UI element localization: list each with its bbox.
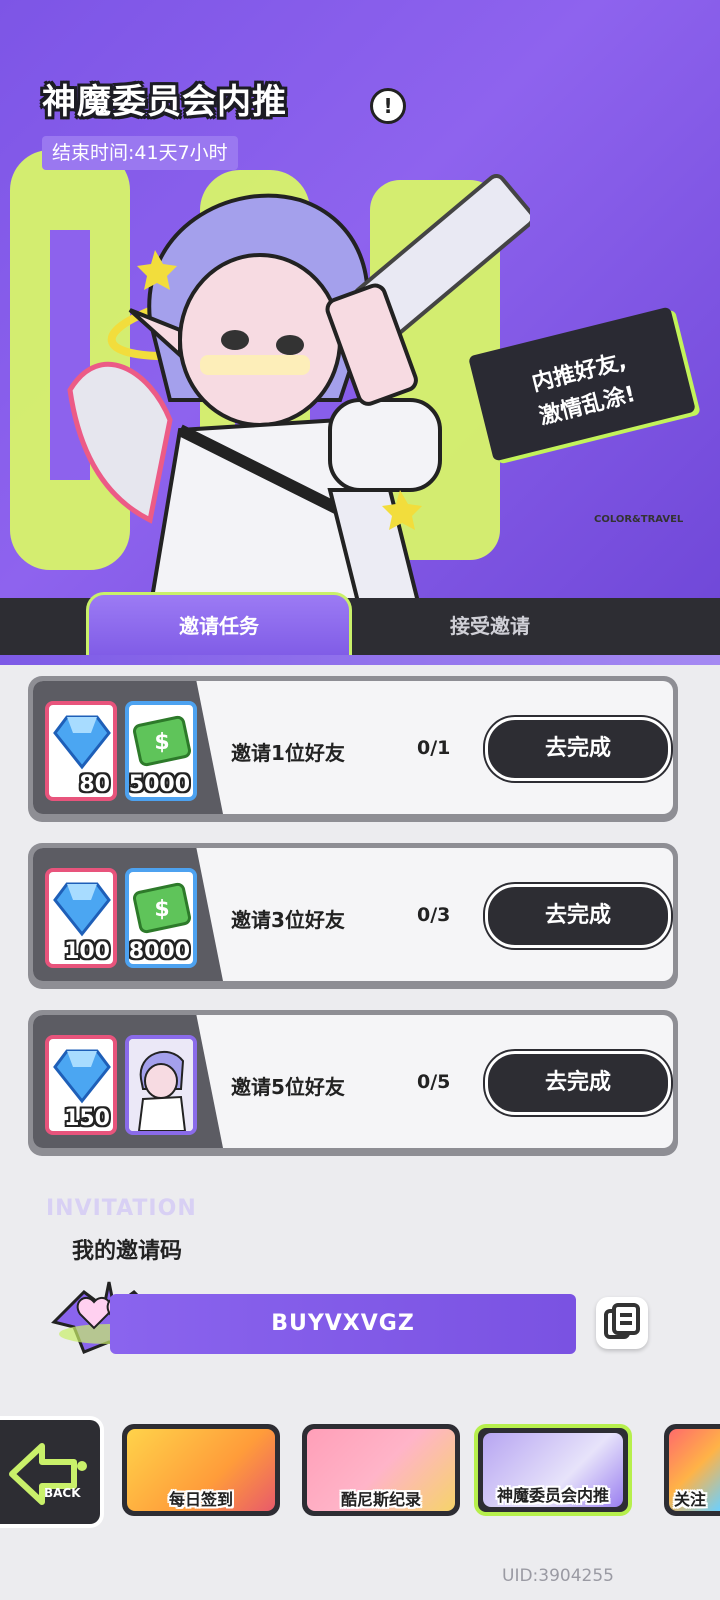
nav-label: 酷尼斯纪录 bbox=[340, 1490, 421, 1509]
nav-label: 关注 bbox=[674, 1490, 707, 1509]
nav-follow[interactable]: 关注 bbox=[664, 1424, 720, 1516]
diamond-icon bbox=[53, 1049, 111, 1104]
back-label: BACK bbox=[44, 1486, 81, 1500]
brand-logo: COLOR&TRAVEL bbox=[594, 514, 684, 525]
task-card: 80 $ 5000 邀请1位好友 0/1 去完成 bbox=[28, 676, 678, 822]
diamond-icon bbox=[53, 882, 111, 937]
reward-diamond: 150 bbox=[45, 1035, 117, 1135]
task-card: 150 邀请5位好友 0/5 去完成 bbox=[28, 1010, 678, 1156]
reward-diamond: 100 bbox=[45, 868, 117, 968]
nav-referral-active[interactable]: 神魔委员会内推 bbox=[474, 1424, 632, 1516]
reward-cash: $ 5000 bbox=[125, 701, 197, 801]
character-illustration bbox=[67, 174, 530, 610]
copy-icon bbox=[604, 1303, 640, 1339]
reward-cash: $ 8000 bbox=[125, 868, 197, 968]
hero-banner: 神魔委员会内推 ! 结束时间:41天7小时 内推好友, 激情乱涂! COLOR&… bbox=[0, 0, 720, 610]
page-title: 神魔委员会内推 bbox=[42, 82, 287, 122]
task-card: 100 $ 8000 邀请3位好友 0/3 去完成 bbox=[28, 843, 678, 989]
arrow-left-icon bbox=[9, 1443, 87, 1505]
reward-qty: 80 bbox=[79, 772, 110, 797]
cash-icon: $ bbox=[133, 715, 191, 767]
reward-qty: 5000 bbox=[128, 772, 190, 797]
reward-qty: 8000 bbox=[128, 939, 190, 964]
svg-text:$: $ bbox=[154, 730, 169, 755]
svg-text:$: $ bbox=[154, 897, 169, 922]
task-progress: 0/1 bbox=[417, 737, 451, 759]
task-label: 邀请1位好友 bbox=[231, 741, 345, 765]
reward-qty: 100 bbox=[64, 939, 110, 964]
nav-label: 神魔委员会内推 bbox=[496, 1486, 609, 1505]
cash-icon: $ bbox=[133, 882, 191, 934]
invitation-deco-text: INVITATION bbox=[46, 1196, 197, 1221]
invite-code-field[interactable]: BUYVXVGZ bbox=[110, 1294, 576, 1354]
task-progress: 0/5 bbox=[417, 1071, 451, 1093]
end-time-label: 结束时间:41天7小时 bbox=[42, 136, 238, 170]
reward-character-avatar bbox=[125, 1035, 197, 1135]
invite-code-label: 我的邀请码 bbox=[72, 1239, 183, 1264]
go-complete-button[interactable]: 去完成 bbox=[485, 1051, 671, 1115]
nav-kunis-record[interactable]: 酷尼斯纪录 bbox=[302, 1424, 460, 1516]
back-button[interactable]: BACK bbox=[0, 1416, 104, 1528]
character-avatar-icon bbox=[129, 1039, 193, 1131]
task-progress: 0/3 bbox=[417, 904, 451, 926]
nav-daily-checkin[interactable]: 每日签到 bbox=[122, 1424, 280, 1516]
task-label: 邀请3位好友 bbox=[231, 908, 345, 932]
reward-qty: 150 bbox=[64, 1106, 110, 1131]
tab-underline bbox=[0, 655, 720, 665]
go-complete-button[interactable]: 去完成 bbox=[485, 884, 671, 948]
tab-invite-tasks[interactable]: 邀请任务 bbox=[86, 592, 352, 658]
copy-button[interactable] bbox=[596, 1297, 648, 1349]
task-label: 邀请5位好友 bbox=[231, 1075, 345, 1099]
tab-accept-invite[interactable]: 接受邀请 bbox=[390, 598, 590, 658]
diamond-icon bbox=[53, 715, 111, 770]
go-complete-button[interactable]: 去完成 bbox=[485, 717, 671, 781]
user-id: UID:3904255 bbox=[502, 1566, 614, 1586]
reward-diamond: 80 bbox=[45, 701, 117, 801]
exclamation-icon[interactable]: ! bbox=[370, 88, 406, 124]
nav-label: 每日签到 bbox=[168, 1490, 233, 1509]
